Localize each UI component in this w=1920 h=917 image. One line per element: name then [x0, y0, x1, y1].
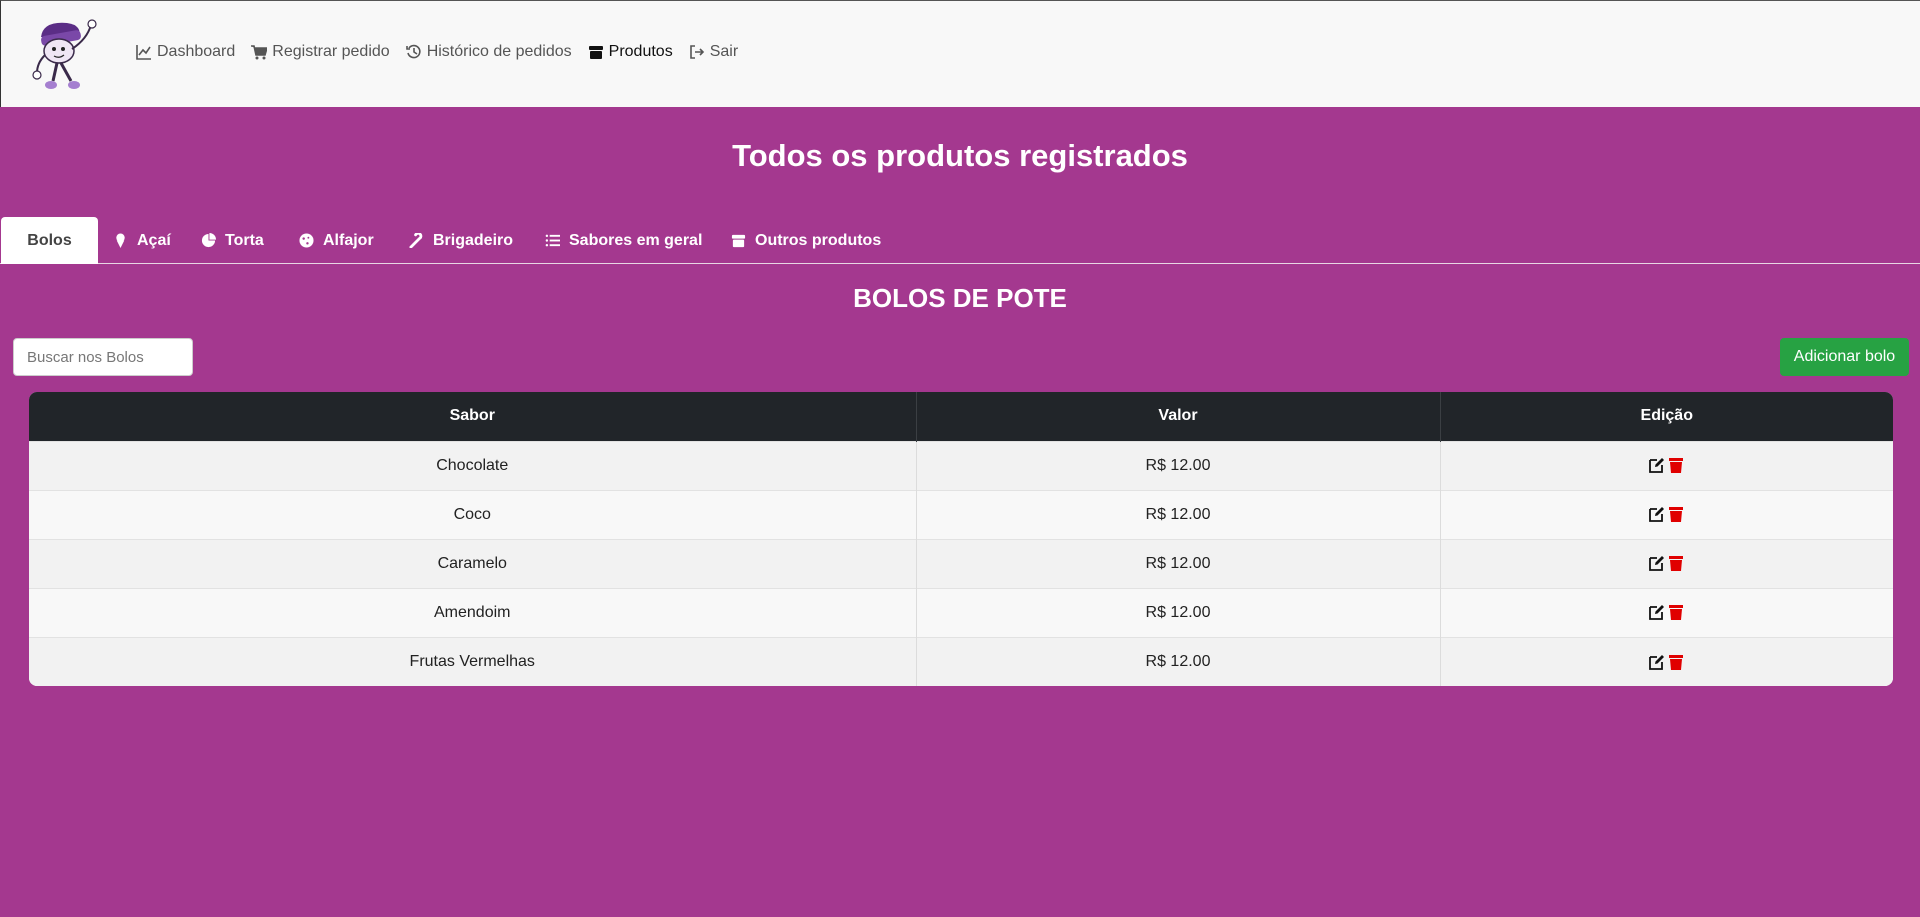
- add-bolo-button[interactable]: Adicionar bolo: [1780, 338, 1909, 376]
- cell-actions: [1440, 587, 1893, 637]
- box-icon: [588, 46, 603, 59]
- cell-actions: [1440, 440, 1893, 490]
- nav-registrar-pedido[interactable]: Registrar pedido: [251, 43, 390, 61]
- page-title: Todos os produtos registrados: [732, 138, 1188, 173]
- cell-sabor: Caramelo: [29, 538, 917, 588]
- ice-cream-icon: [116, 233, 125, 248]
- cell-actions: [1440, 538, 1893, 588]
- tab-torta[interactable]: Torta: [201, 217, 264, 264]
- nav-produtos-label: Produtos: [608, 43, 673, 60]
- pie-chart-icon: [201, 233, 216, 248]
- table-row: Caramelo R$ 12.00: [29, 538, 1893, 588]
- trash-icon[interactable]: [1668, 555, 1684, 572]
- candy-cane-icon: [409, 233, 423, 248]
- table-header-row: Sabor Valor Edição: [29, 392, 1893, 441]
- list-icon: [545, 234, 560, 247]
- nav-sair-label: Sair: [709, 43, 739, 60]
- sign-out-icon: [689, 45, 704, 59]
- edit-icon[interactable]: [1649, 654, 1665, 670]
- edit-icon[interactable]: [1649, 457, 1665, 474]
- cell-valor: R$ 12.00: [916, 538, 1441, 588]
- trash-icon[interactable]: [1668, 654, 1684, 670]
- edit-icon[interactable]: [1649, 506, 1665, 523]
- section-title: BOLOS DE POTE: [853, 283, 1067, 313]
- cell-valor: R$ 12.00: [916, 440, 1441, 490]
- chart-line-icon: [136, 45, 151, 60]
- header-edicao: Edição: [1440, 392, 1893, 441]
- nav-produtos[interactable]: Produtos: [588, 43, 673, 61]
- trash-icon[interactable]: [1668, 604, 1684, 621]
- nav-historico-label: Histórico de pedidos: [426, 43, 572, 60]
- top-navbar: Dashboard Registrar pedido Histórico de …: [0, 0, 1920, 107]
- tab-sabores-label: Sabores em geral: [569, 231, 703, 249]
- header-sabor: Sabor: [29, 392, 917, 441]
- tab-outros-produtos[interactable]: Outros produtos: [731, 217, 881, 264]
- cell-sabor: Amendoim: [29, 587, 917, 637]
- edit-icon[interactable]: [1649, 555, 1665, 572]
- table-row: Frutas Vermelhas R$ 12.00: [29, 636, 1893, 686]
- nav-sair[interactable]: Sair: [689, 43, 738, 61]
- tab-alfajor[interactable]: Alfajor: [299, 217, 374, 264]
- tab-outros-produtos-label: Outros produtos: [755, 231, 882, 249]
- table-row: Coco R$ 12.00: [29, 489, 1893, 539]
- cart-icon: [251, 45, 268, 60]
- history-icon: [405, 44, 421, 59]
- cell-valor: R$ 12.00: [916, 489, 1441, 539]
- tab-acai-label: Açaí: [137, 231, 171, 249]
- box-icon: [731, 234, 746, 248]
- cell-valor: R$ 12.00: [916, 636, 1441, 686]
- table-row: Amendoim R$ 12.00: [29, 587, 1893, 637]
- tab-torta-label: Torta: [225, 231, 264, 249]
- cell-actions: [1440, 489, 1893, 539]
- cell-actions: [1440, 636, 1893, 686]
- cookie-icon: [299, 233, 314, 248]
- nav-dashboard-label: Dashboard: [157, 43, 236, 60]
- tab-sabores[interactable]: Sabores em geral: [545, 217, 702, 264]
- cell-valor: R$ 12.00: [916, 587, 1441, 637]
- brand-logo[interactable]: [29, 15, 115, 97]
- tab-bolos-label: Bolos: [27, 231, 72, 249]
- tab-brigadeiro[interactable]: Brigadeiro: [409, 217, 513, 264]
- nav-links: Dashboard Registrar pedido Histórico de …: [136, 43, 738, 61]
- trash-icon[interactable]: [1668, 506, 1684, 523]
- tab-brigadeiro-label: Brigadeiro: [433, 231, 514, 249]
- cell-sabor: Coco: [29, 489, 917, 539]
- product-tabs: Bolos Açaí Torta Alfajor Brigadeiro Sabo…: [0, 217, 1920, 264]
- edit-icon[interactable]: [1649, 604, 1665, 621]
- search-input[interactable]: [13, 338, 193, 376]
- tab-acai[interactable]: Açaí: [113, 217, 171, 264]
- tab-bolos[interactable]: Bolos: [1, 217, 98, 264]
- trash-icon[interactable]: [1668, 457, 1684, 474]
- nav-dashboard[interactable]: Dashboard: [136, 43, 235, 61]
- tab-alfajor-label: Alfajor: [323, 231, 374, 249]
- products-table: Sabor Valor Edição Chocolate R$ 12.00 Co…: [29, 392, 1893, 686]
- cell-sabor: Chocolate: [29, 440, 917, 490]
- table-row: Chocolate R$ 12.00: [29, 440, 1893, 490]
- nav-registrar-pedido-label: Registrar pedido: [272, 43, 390, 60]
- nav-historico[interactable]: Histórico de pedidos: [405, 43, 572, 61]
- header-valor: Valor: [916, 392, 1441, 441]
- cell-sabor: Frutas Vermelhas: [29, 636, 917, 686]
